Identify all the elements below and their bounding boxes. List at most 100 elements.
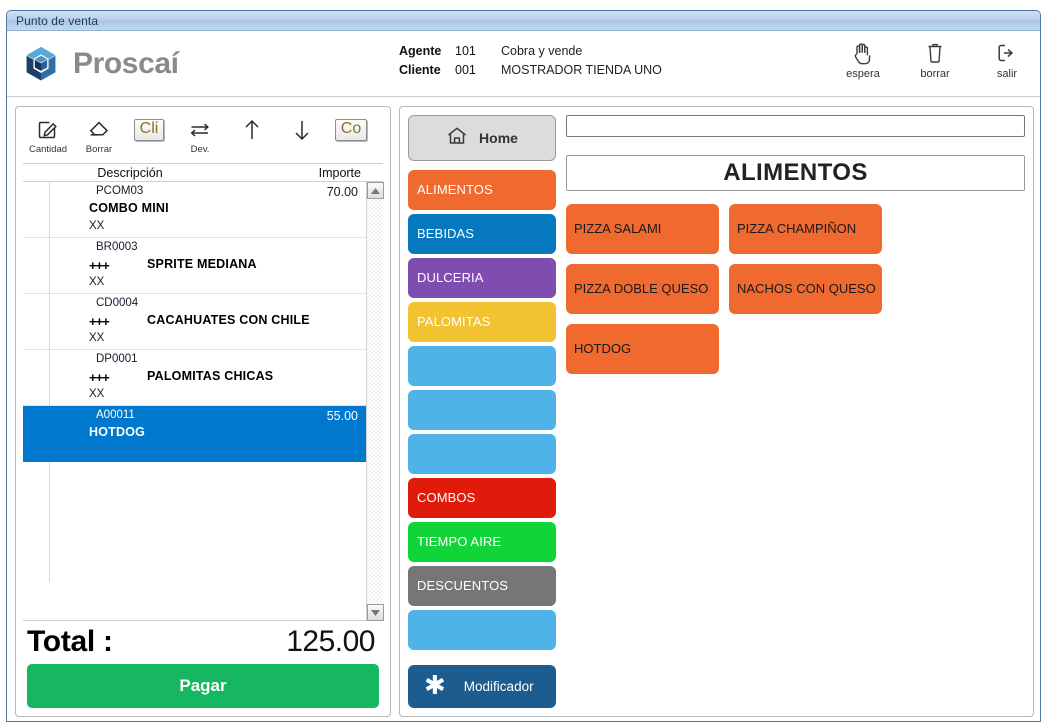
row-name: PALOMITAS CHICAS [147,369,274,383]
cliente-label: Cliente [399,63,441,77]
category-list: ALIMENTOS BEBIDAS DULCERIA PALOMITAS COMBOS T… [408,169,556,654]
row-code: A00011 [96,409,135,421]
home-label: Home [479,129,518,146]
arrow-down-icon [291,117,313,143]
category-label: DESCUENTOS [417,578,509,593]
app-header: Proscaí Agente 101 Cobra y vende Cliente… [7,31,1040,97]
ticket-scrollbar[interactable] [366,182,384,621]
arrow-up-icon [241,117,263,143]
scroll-up-button[interactable] [367,182,384,199]
category-button-empty[interactable] [408,433,556,474]
ticket-panel: Cantidad Borrar Cli Dev. Co Descripción … [15,106,391,717]
category-button-palomitas[interactable]: PALOMITAS [408,301,556,342]
total-bar: Total : 125.00 [23,621,383,661]
catalog-panel: Home ALIMENTOS BEBIDAS DULCERIA PALOMITAS CO… [399,106,1034,717]
category-sidebar: Home ALIMENTOS BEBIDAS DULCERIA PALOMITAS CO… [408,115,556,708]
row-note: XX [89,332,105,344]
modificador-button[interactable]: ✱ Modificador [408,664,556,708]
cantidad-button[interactable]: Cantidad [23,117,73,155]
category-label: PALOMITAS [417,314,491,329]
product-label: PIZZA DOBLE QUESO [574,280,709,296]
category-label: BEBIDAS [417,226,475,241]
ticket-column-headers: Descripción Importe [23,163,383,182]
ticket-row[interactable]: PCOM03 COMBO MINI XX 70.00 [23,182,366,238]
borrar-item-button[interactable]: Borrar [73,117,125,155]
exit-icon [995,39,1019,65]
row-plus-marker: +++ [89,314,110,329]
dev-button[interactable]: Dev. [173,117,227,155]
ticket-row[interactable]: BR0003 +++ SPRITE MEDIANA XX [23,238,366,294]
row-column-divider [49,462,50,582]
scroll-down-button[interactable] [367,604,384,621]
product-button[interactable]: PIZZA SALAMI [566,204,719,254]
category-button-combos[interactable]: COMBOS [408,477,556,518]
ticket-row[interactable]: DP0001 +++ PALOMITAS CHICAS XX [23,350,366,406]
co-button-text: Co [334,119,368,141]
home-button[interactable]: Home [408,115,556,161]
ticket-row[interactable]: A00011 HOTDOG 55.00 [23,406,366,462]
row-code: DP0001 [96,353,138,365]
pagar-button[interactable]: Pagar [27,664,379,708]
column-header-descripcion: Descripción [97,165,163,180]
category-button-descuentos[interactable]: DESCUENTOS [408,565,556,606]
brand-name: Proscaí [73,46,179,80]
active-category-title: ALIMENTOS [566,155,1025,191]
category-button-bebidas[interactable]: BEBIDAS [408,213,556,254]
brand-logo: Proscaí [7,42,179,86]
product-button[interactable]: PIZZA CHAMPIÑON [729,204,882,254]
cli-button-text: Cli [133,119,165,141]
cliente-number: 001 [455,63,476,77]
row-column-divider [49,350,50,405]
category-button-dulceria[interactable]: DULCERIA [408,257,556,298]
move-up-button[interactable] [227,117,277,144]
category-button-empty[interactable] [408,345,556,386]
ticket-rows[interactable]: PCOM03 COMBO MINI XX 70.00 BR0003 +++ SPRITE M… [23,182,366,621]
espera-label: espera [846,68,880,80]
category-button-alimentos[interactable]: ALIMENTOS [408,169,556,210]
row-note: XX [89,388,105,400]
row-name: COMBO MINI [89,201,169,215]
row-plus-marker: +++ [89,258,110,273]
cli-button[interactable]: Cli [125,117,173,141]
category-button-tiempo-aire[interactable]: TIEMPO AIRE [408,521,556,562]
product-button[interactable]: HOTDOG [566,324,719,374]
pos-window: Punto de venta Proscaí Agente 101 Cobra … [6,10,1041,722]
product-label: HOTDOG [574,340,632,356]
row-name: SPRITE MEDIANA [147,257,257,271]
row-code: CD0004 [96,297,139,309]
borrar-button[interactable]: borrar [912,39,958,80]
search-input[interactable] [566,115,1025,137]
row-column-divider [49,182,50,237]
row-note: XX [89,276,105,288]
modificador-label: Modificador [463,678,534,694]
row-column-divider [49,406,50,461]
header-actions: espera borrar salir [840,39,1030,80]
edit-pencil-icon [36,117,60,143]
salir-label: salir [996,68,1018,80]
co-button[interactable]: Co [327,117,375,141]
eraser-icon [86,117,112,143]
agente-role: Cobra y vende [501,44,583,58]
product-label: PIZZA CHAMPIÑON [737,220,857,236]
category-button-empty[interactable] [408,609,556,650]
product-button[interactable]: NACHOS CON QUESO [729,264,882,314]
ticket-row[interactable]: CD0004 +++ CACAHUATES CON CHILE XX [23,294,366,350]
swap-arrows-icon [187,117,213,143]
category-label: ALIMENTOS [417,182,493,197]
row-code: PCOM03 [96,185,144,197]
cliente-name: MOSTRADOR TIENDA UNO [501,63,662,77]
category-label: COMBOS [417,490,476,505]
ticket-toolbar: Cantidad Borrar Cli Dev. Co [23,111,383,163]
espera-button[interactable]: espera [840,39,886,80]
category-label: DULCERIA [417,270,484,285]
main-body: Cantidad Borrar Cli Dev. Co Descripción … [7,98,1040,721]
salir-button[interactable]: salir [984,39,1030,80]
category-button-empty[interactable] [408,389,556,430]
row-name: HOTDOG [89,425,146,439]
ticket-empty-area[interactable] [23,462,366,582]
product-area: ALIMENTOS PIZZA SALAMI PIZZA CHAMPIÑON PIZ… [566,115,1025,708]
move-down-button[interactable] [277,117,327,144]
product-button[interactable]: PIZZA DOBLE QUESO [566,264,719,314]
window-title: Punto de venta [16,13,99,28]
agente-number: 101 [455,44,476,58]
